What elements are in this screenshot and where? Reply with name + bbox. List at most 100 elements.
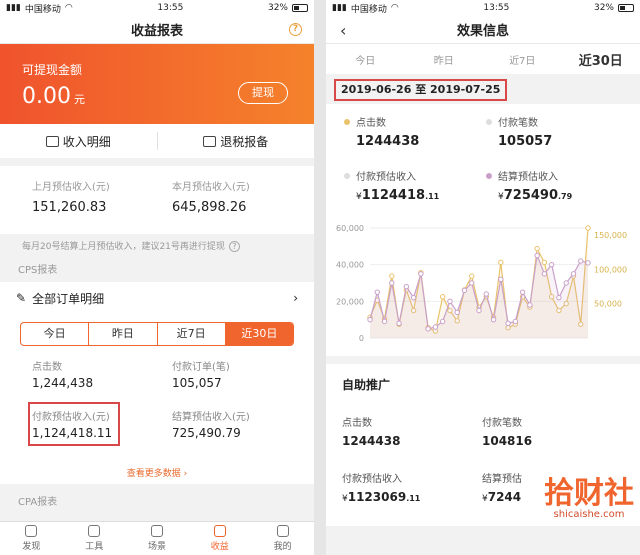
tabbar-income-label: 收益: [210, 542, 229, 552]
all-orders-row[interactable]: ✎ 全部订单明细 ›: [0, 282, 314, 314]
sp-orders-label: 付款笔数: [482, 418, 522, 429]
settle-income-label: 结算预估收入(元): [172, 412, 250, 423]
date-range[interactable]: 2019-06-26 至 2019-07-25: [334, 79, 508, 101]
tab-30days[interactable]: 近30日: [225, 323, 293, 345]
this-month-value: 645,898.26: [172, 200, 247, 215]
settlement-note: 每月20号结算上月预估收入，建议21号再进行提现?: [0, 234, 314, 260]
signal-icon: ▮▮▮: [332, 3, 347, 13]
tab-today[interactable]: 今日: [21, 323, 90, 345]
data-point: [534, 252, 540, 259]
data-point: [389, 280, 395, 286]
tabbar-income[interactable]: 收益: [188, 522, 251, 555]
mail-icon: [203, 135, 217, 147]
tab-today[interactable]: 今日: [326, 52, 405, 67]
quick-links: 收入明细 退税报备: [0, 124, 314, 158]
this-month-label: 本月预估收入(元): [172, 182, 250, 193]
income-detail-link[interactable]: 收入明细: [0, 133, 157, 150]
left-screen: ▮▮▮ 中国移动 ◠ 13:55 32% 收益报表 ? 可提现金额 0.00 元 提现…: [0, 0, 314, 555]
tabbar-me[interactable]: 我的: [251, 522, 314, 555]
data-point: [425, 326, 431, 332]
income-detail-label: 收入明细: [62, 134, 111, 149]
cps-section-label: CPS报表: [18, 265, 58, 276]
withdraw-button[interactable]: 提现: [238, 82, 288, 104]
tabbar-scenes[interactable]: 场景: [126, 522, 189, 555]
all-orders-label: 全部订单明细: [32, 291, 105, 306]
data-point: [381, 318, 388, 325]
clock: 13:55: [483, 3, 510, 13]
data-point: [403, 283, 410, 290]
question-circle-icon[interactable]: ?: [289, 23, 302, 36]
status-bar: ▮▮▮ 中国移动 ◠ 13:55 32%: [326, 0, 640, 16]
chevron-right-icon: ›: [293, 291, 298, 305]
battery-level: 32%: [267, 3, 288, 13]
tab-yesterday[interactable]: 昨日: [405, 52, 484, 67]
settle-value: ¥725490.79: [498, 188, 572, 203]
data-point: [519, 289, 526, 295]
tab-7days[interactable]: 近7日: [158, 323, 226, 345]
toolbox-icon: [88, 525, 101, 537]
withdraw-unit: 元: [73, 93, 85, 106]
back-arrow-icon[interactable]: ‹: [340, 21, 346, 40]
tabbar-scenes-label: 场景: [147, 542, 166, 552]
data-point: [512, 318, 519, 325]
clicks-value: 1244438: [356, 134, 420, 149]
clicks-label: 点击数: [32, 362, 62, 373]
self-promo-title: 自助推广: [342, 378, 391, 392]
tabbar-discover[interactable]: 发现: [0, 522, 63, 555]
view-more-label: 查看更多数据: [126, 469, 181, 479]
nav-bar: ‹ 效果信息: [326, 16, 640, 44]
page-title: 收益报表: [130, 24, 183, 39]
tabbar-tools[interactable]: 工具: [63, 522, 126, 555]
orders-value: 105057: [498, 134, 553, 149]
data-point: [498, 276, 504, 283]
period-tabs: 今日 昨日 近7日 近30日: [20, 322, 294, 346]
page-title: 效果信息: [456, 24, 509, 39]
pay-dec: .11: [425, 192, 440, 201]
user-icon: [276, 525, 289, 537]
battery-level: 32%: [593, 3, 614, 13]
tabbar-discover-label: 发现: [22, 542, 41, 552]
tab-7days[interactable]: 近7日: [483, 52, 562, 67]
tax-report-link[interactable]: 退税报备: [158, 133, 315, 150]
tabbar-tools-label: 工具: [85, 542, 104, 552]
data-point: [367, 316, 373, 323]
data-point: [447, 298, 453, 305]
data-point: [410, 294, 417, 301]
data-point: [563, 280, 569, 286]
clicks-label: 点击数: [356, 118, 386, 129]
sp-clicks-label: 点击数: [342, 418, 372, 429]
data-point: [570, 271, 577, 277]
pay-int: 1124418: [361, 188, 426, 203]
wifi-icon: ◠: [390, 3, 399, 13]
sp-clicks-value: 1244438: [342, 434, 401, 448]
cpa-section-label: CPA报表: [18, 497, 58, 508]
data-point: [469, 273, 475, 279]
orders-label-row: 付款笔数: [486, 114, 538, 129]
data-point: [585, 260, 591, 266]
sp-pay-label: 付款预估收入: [342, 474, 402, 485]
data-point: [505, 320, 511, 327]
tab-30days[interactable]: 近30日: [562, 50, 640, 69]
edit-icon: ✎: [16, 291, 27, 305]
sp-settle-value: ¥7244: [482, 490, 521, 504]
nav-bar: 收益报表 ?: [0, 16, 314, 44]
sp-orders-value: 104816: [482, 434, 533, 448]
question-circle-icon[interactable]: ?: [228, 241, 240, 252]
withdraw-amount: 0.00 元: [22, 84, 85, 109]
y-tick-right: 50,000: [594, 300, 622, 309]
y-tick-right: 150,000: [594, 231, 627, 240]
settle-label-row: 结算预估收入: [486, 168, 558, 183]
view-more-link[interactable]: 查看更多数据 ›: [0, 466, 314, 479]
data-point: [476, 307, 482, 314]
data-point: [541, 271, 548, 277]
effect-metrics: 点击数 1244438 付款笔数 105057 付款预估收入 ¥1124418.…: [326, 104, 640, 214]
settle-int: 725490: [503, 188, 559, 203]
settlement-note-text: 每月20号结算上月预估收入，建议21号再进行提现: [22, 242, 225, 252]
estimate-panel: 上月预估收入(元) 151,260.83 本月预估收入(元) 645,898.2…: [0, 166, 314, 234]
battery-icon: [618, 4, 634, 12]
cps-stats: 今日 昨日 近7日 近30日 点击数 1,244,438 付款订单(笔) 105…: [0, 314, 314, 484]
carrier: 中国移动: [350, 4, 387, 15]
data-point: [432, 324, 439, 330]
tab-yesterday[interactable]: 昨日: [89, 323, 158, 345]
legend-dot: [344, 118, 350, 125]
